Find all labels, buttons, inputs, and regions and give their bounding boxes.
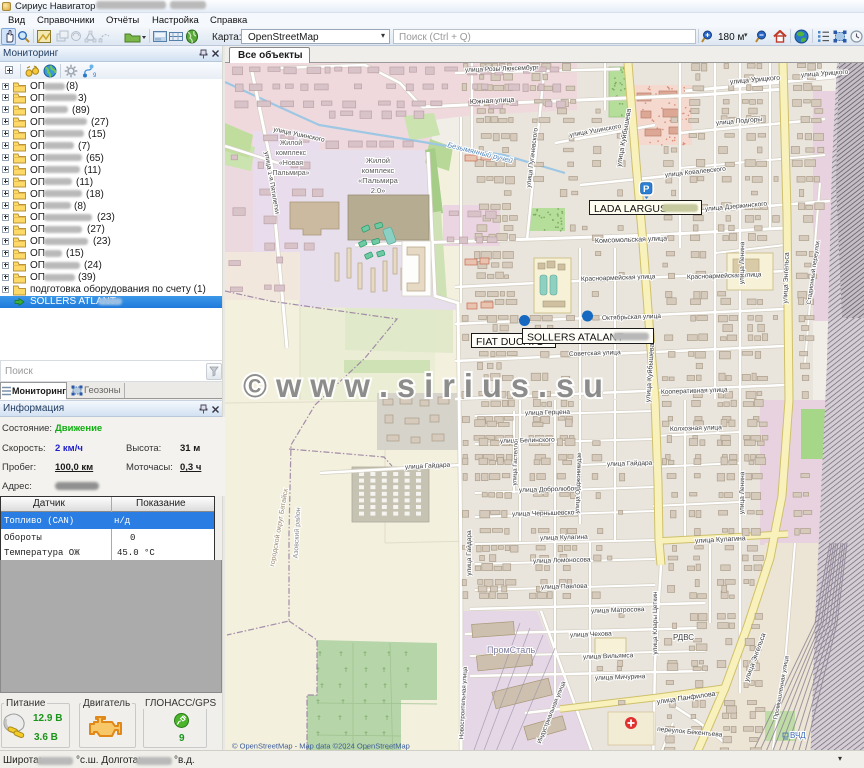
svg-text:улица Гайдара: улица Гайдара: [465, 530, 473, 576]
svg-text:улица Герцена: улица Герцена: [525, 409, 571, 417]
svg-text:2.0»: 2.0»: [371, 186, 386, 195]
svg-text:улица Гайдара: улица Гайдара: [607, 459, 653, 468]
svg-text:ПромСталь: ПромСталь: [487, 645, 535, 655]
svg-text:улица Кулагина: улица Кулагина: [540, 534, 588, 542]
svg-text:Жилой: Жилой: [366, 156, 390, 165]
svg-text:Жилой: Жилой: [280, 139, 302, 147]
svg-text:РДВС: РДВС: [673, 633, 694, 642]
svg-text:9: 9: [93, 73, 96, 78]
svg-text:© w w w . s i r i u s . s u: © w w w . s i r i u s . s u: [243, 367, 603, 404]
svg-text:улица Павлова: улица Павлова: [541, 583, 588, 591]
svg-text:улица Чехова: улица Чехова: [570, 631, 612, 639]
svg-text:LADA LARGUS: LADA LARGUS: [594, 203, 667, 215]
svg-text:«Пальмира: «Пальмира: [358, 176, 399, 185]
svg-text:«Новая: «Новая: [279, 160, 303, 167]
svg-text:улица Белинского: улица Белинского: [500, 437, 555, 445]
svg-text:P: P: [643, 184, 650, 195]
svg-text:улица Ленина: улица Ленина: [739, 471, 747, 514]
svg-text:комплекс: комплекс: [276, 150, 307, 157]
svg-text:улица Ленина: улица Ленина: [739, 241, 747, 284]
svg-text:Пальмира»: Пальмира»: [272, 170, 309, 177]
svg-text:улица Добролюбова: улица Добролюбова: [519, 484, 582, 494]
svg-text:ВЧД: ВЧД: [790, 731, 806, 740]
svg-text:улица Клары Цеткин: улица Клары Цеткин: [652, 591, 659, 654]
svg-text:комплекс: комплекс: [362, 166, 395, 175]
svg-text:SOLLERS ATALANT: SOLLERS ATALANT: [527, 332, 624, 344]
